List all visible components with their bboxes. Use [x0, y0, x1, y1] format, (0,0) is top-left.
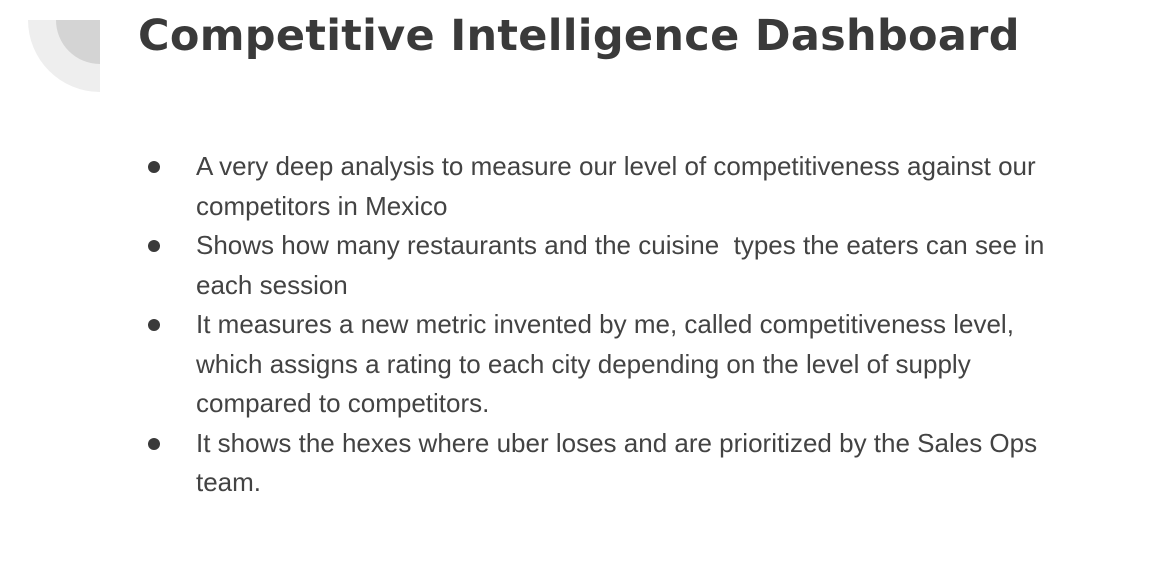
bullet-list: A very deep analysis to measure our leve…	[143, 147, 1073, 503]
bullet-item: It shows the hexes where uber loses and …	[143, 424, 1073, 503]
bullet-text: It measures a new metric invented by me,…	[196, 309, 1022, 418]
bullet-item: Shows how many restaurants and the cuisi…	[143, 226, 1073, 305]
bullet-dot-icon	[148, 161, 160, 173]
bullet-text: Shows how many restaurants and the cuisi…	[196, 230, 1052, 300]
bullet-text: A very deep analysis to measure our leve…	[196, 151, 1043, 221]
bullet-item: It measures a new metric invented by me,…	[143, 305, 1073, 424]
corner-decoration	[28, 20, 100, 92]
bullet-dot-icon	[148, 319, 160, 331]
bullet-text: It shows the hexes where uber loses and …	[196, 427, 1045, 498]
bullet-item: A very deep analysis to measure our leve…	[143, 147, 1073, 226]
slide-title: Competitive Intelligence Dashboard	[138, 11, 1020, 61]
bullet-dot-icon	[148, 437, 160, 450]
bullet-dot-icon	[148, 240, 160, 252]
slide: Competitive Intelligence Dashboard A ver…	[0, 0, 1164, 570]
